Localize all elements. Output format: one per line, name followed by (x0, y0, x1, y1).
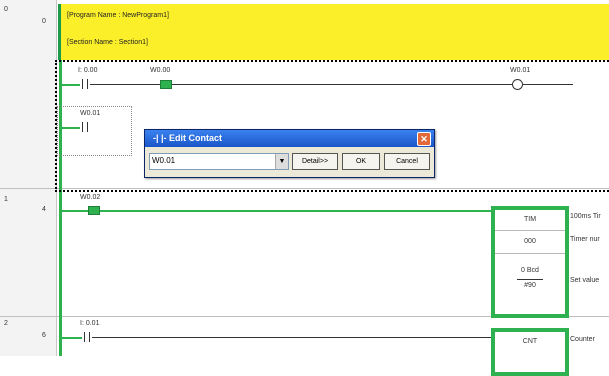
contact-address-label: W0.01 (80, 110, 101, 117)
coil-address-label: W0.01 (510, 67, 531, 74)
contact-icon[interactable] (80, 79, 90, 89)
operand-value: W0.01 (152, 156, 176, 165)
rung-number: 1 (4, 196, 8, 203)
contact-on-icon[interactable] (88, 206, 100, 215)
ok-button[interactable]: OK (342, 153, 380, 170)
dialog-title: -| |- Edit Contact (153, 133, 223, 143)
contact-address-label: W0.02 (80, 194, 101, 201)
close-icon[interactable]: ✕ (417, 132, 431, 146)
dialog-title-bar[interactable]: -| |- Edit Contact ✕ (145, 130, 434, 147)
step-number: 4 (42, 206, 46, 213)
contact-address-label: I: 0.00 (78, 67, 98, 74)
rung-wire (172, 84, 512, 85)
rung-number: 2 (4, 320, 8, 327)
contact-on-icon[interactable] (160, 80, 172, 89)
operand-comment: Timer nur (570, 236, 600, 243)
detail-button[interactable]: Detail>> (292, 153, 338, 170)
timer-instruction-block[interactable]: TIM 000 0 Bcd #90 (491, 206, 569, 318)
set-value-cell: 0 Bcd #90 (495, 254, 565, 304)
chevron-down-icon[interactable]: ▼ (275, 154, 288, 169)
cancel-button[interactable]: Cancel (384, 153, 430, 170)
energized-wire (62, 84, 80, 86)
contact-address-label: W0.00 (150, 67, 171, 74)
edit-contact-dialog: -| |- Edit Contact ✕ W0.01 ▼ Detail>> OK… (144, 129, 435, 178)
operand-combobox[interactable]: W0.01 ▼ (149, 153, 289, 170)
contact-icon[interactable] (80, 122, 90, 132)
contact-address-label: I: 0.01 (80, 320, 100, 327)
rung-wire (92, 337, 491, 338)
rung-wire (90, 84, 160, 85)
instruction-mnemonic: TIM (495, 210, 565, 231)
step-number: 0 (42, 18, 46, 25)
energized-wire (62, 210, 90, 212)
output-coil-icon[interactable] (512, 79, 523, 90)
rung-gutter (0, 0, 57, 356)
energized-wire (62, 127, 80, 129)
set-value-format: 0 Bcd (521, 267, 539, 274)
step-number: 6 (42, 332, 46, 339)
fraction-bar (517, 279, 543, 280)
timer-number: 000 (495, 231, 565, 254)
contact-icon[interactable] (82, 332, 92, 342)
counter-instruction-block[interactable]: CNT (491, 328, 569, 376)
instruction-comment: 100ms Tir (570, 213, 601, 220)
set-value: #90 (524, 282, 536, 289)
program-banner: [Program Name : NewProgram1] [Section Na… (58, 4, 609, 60)
operand-comment: Set value (570, 277, 600, 284)
section-name-label: [Section Name : Section1] (67, 39, 148, 46)
rung-number: 0 (4, 6, 8, 13)
program-name-label: [Program Name : NewProgram1] (67, 12, 169, 19)
instruction-mnemonic: CNT (522, 338, 538, 345)
energized-wire (62, 337, 82, 339)
rung-wire (523, 84, 573, 85)
energized-wire (100, 210, 491, 212)
instruction-comment: Counter (570, 336, 595, 343)
